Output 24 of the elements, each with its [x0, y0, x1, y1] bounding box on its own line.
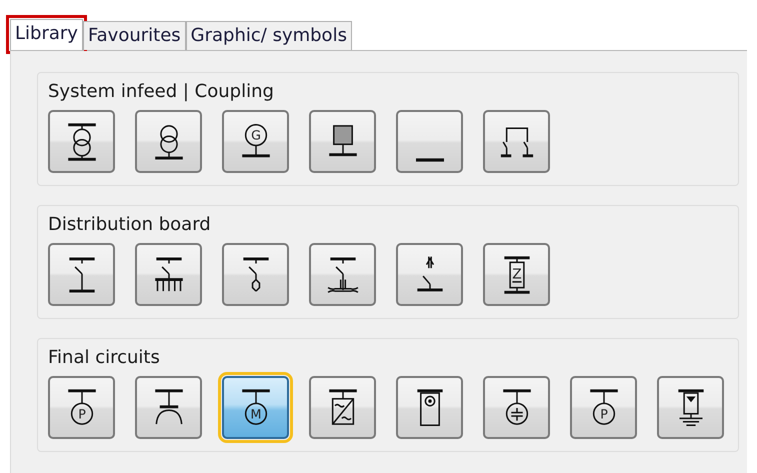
- symbol-button[interactable]: [135, 376, 202, 439]
- symbol-button[interactable]: [48, 243, 115, 306]
- symbol-button[interactable]: [657, 376, 724, 439]
- symbol-button[interactable]: P: [48, 376, 115, 439]
- tab[interactable]: Favourites: [82, 21, 186, 50]
- symbol-button[interactable]: [396, 376, 463, 439]
- symbol-button[interactable]: [135, 110, 202, 173]
- symbol-button[interactable]: Z: [483, 243, 550, 306]
- group-title: Final circuits: [48, 347, 161, 368]
- group-title: Distribution board: [48, 214, 212, 235]
- symbol-button[interactable]: [309, 110, 376, 173]
- symbol-button[interactable]: [309, 243, 376, 306]
- symbol-button[interactable]: [48, 110, 115, 173]
- symbol-button[interactable]: [483, 376, 550, 439]
- symbol-button[interactable]: P: [570, 376, 637, 439]
- tab[interactable]: Graphic/ symbols: [186, 21, 352, 50]
- group-title: System infeed | Coupling: [48, 81, 275, 102]
- symbol-button[interactable]: [222, 243, 289, 306]
- symbol-button[interactable]: [396, 243, 463, 306]
- symbol-button[interactable]: [483, 110, 550, 173]
- busbar-icon: [416, 158, 444, 162]
- symbol-button[interactable]: [309, 376, 376, 439]
- symbol-button[interactable]: [135, 243, 202, 306]
- symbol-button[interactable]: G: [222, 110, 289, 173]
